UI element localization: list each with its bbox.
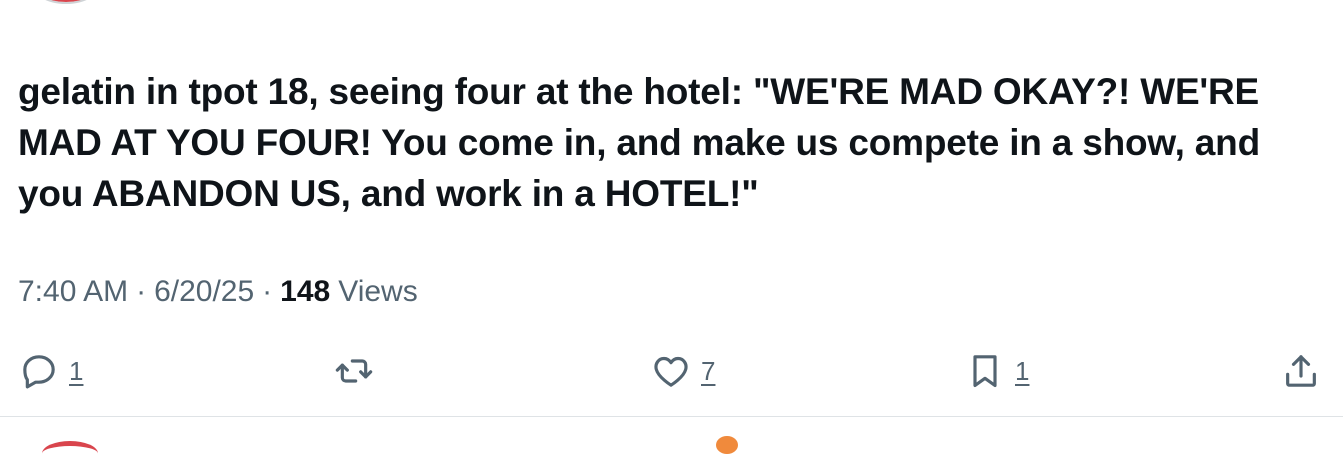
heart-icon — [651, 351, 691, 391]
like-count: 7 — [701, 355, 716, 386]
views-count[interactable]: 148 — [280, 272, 330, 312]
divider — [0, 416, 1343, 417]
tweet-date[interactable]: 6/20/25 — [154, 272, 254, 312]
bookmark-button[interactable]: 1 — [965, 345, 1029, 397]
views-label: Views — [338, 275, 418, 308]
reply-icon — [19, 351, 59, 391]
author-avatar[interactable] — [30, 0, 102, 4]
bookmark-icon — [965, 351, 1005, 391]
action-bar: 1 7 1 — [0, 345, 1343, 397]
tweet-time[interactable]: 7:40 AM — [18, 272, 128, 312]
retweet-button[interactable] — [334, 345, 374, 397]
meta-separator: · — [262, 275, 273, 308]
like-button[interactable]: 7 — [651, 345, 715, 397]
tweet-meta: 7:40 AM · 6/20/25 · 148 Views — [18, 272, 418, 312]
next-tweet-image[interactable] — [716, 436, 738, 454]
share-icon — [1281, 351, 1321, 391]
meta-separator: · — [136, 275, 147, 308]
share-button[interactable] — [1281, 345, 1321, 397]
reply-button[interactable]: 1 — [19, 345, 83, 397]
next-tweet-avatar[interactable] — [42, 441, 98, 466]
tweet-text: gelatin in tpot 18, seeing four at the h… — [18, 71, 1260, 214]
bookmark-count: 1 — [1015, 355, 1030, 386]
retweet-icon — [334, 351, 374, 391]
reply-count: 1 — [69, 355, 84, 386]
